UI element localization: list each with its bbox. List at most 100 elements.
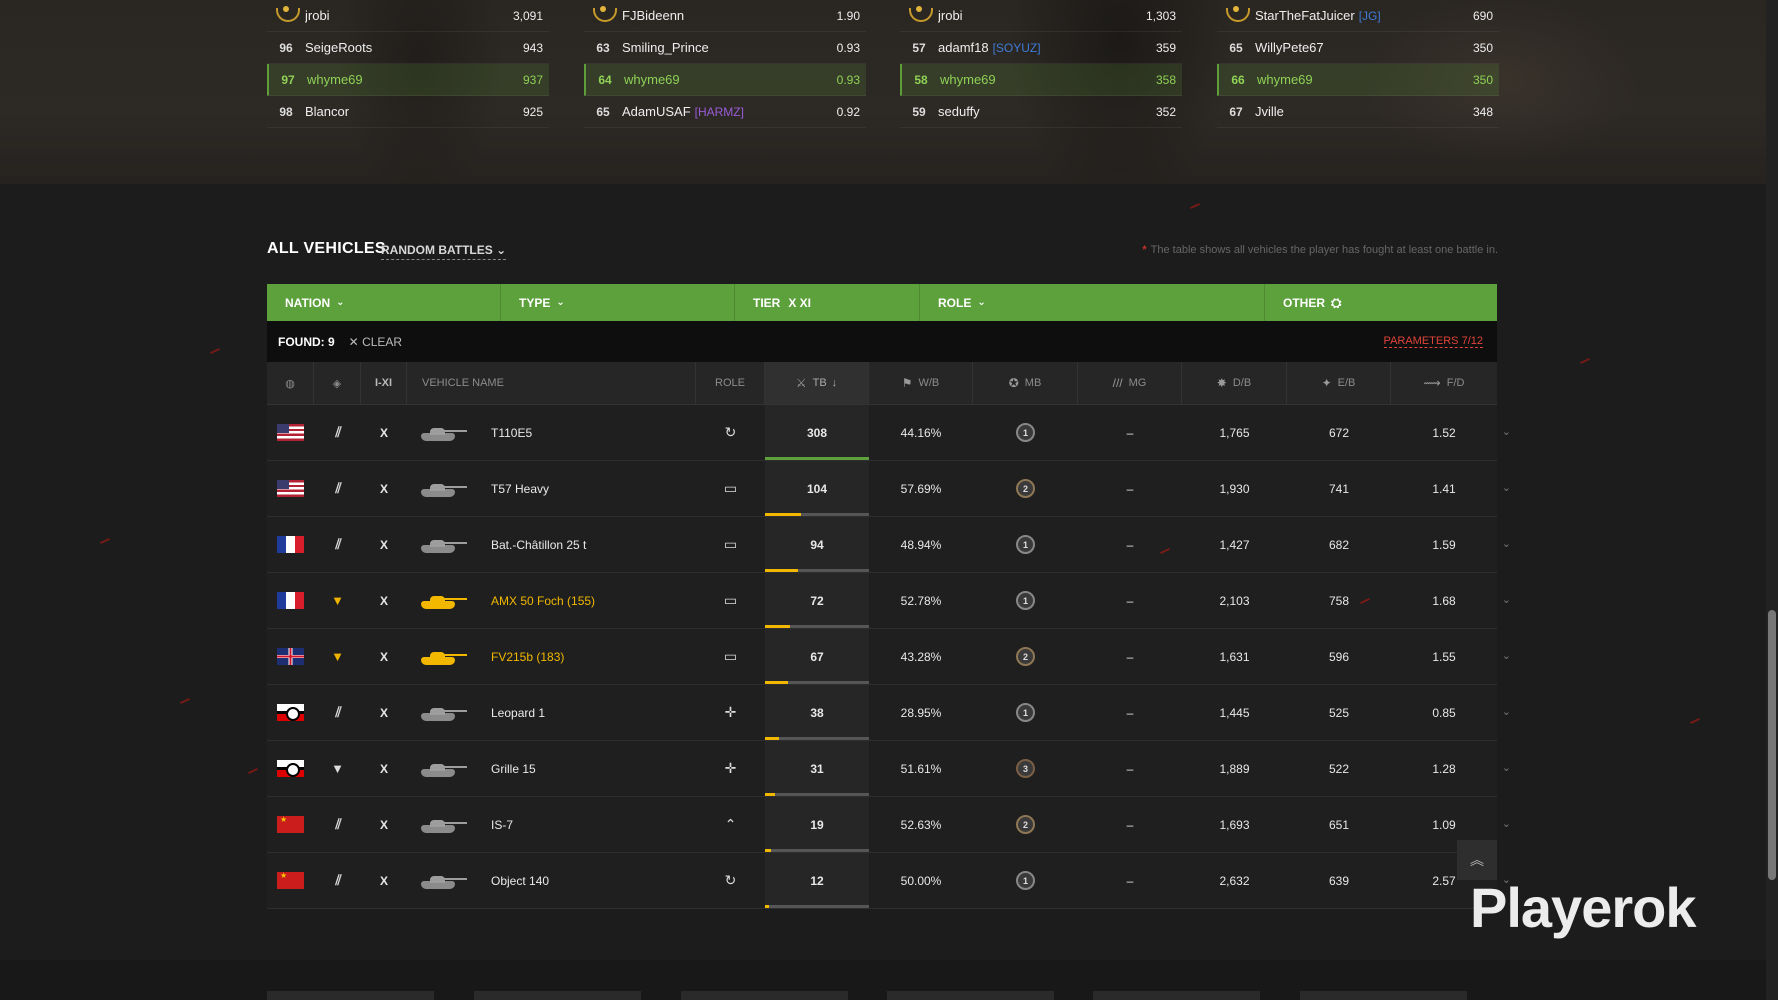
- vehicle-row[interactable]: ⫽ X T110E5 ↻ 308 44.16% 1 – 1,765 672 1.52 ⌄: [267, 405, 1511, 461]
- player-name-cell[interactable]: whyme69: [1257, 72, 1429, 87]
- vehicle-row[interactable]: ⫽XObject 140↻1250.00%1–2,6326392.57⌄: [267, 853, 1511, 909]
- leaderboard-row[interactable]: jrobi 1,303: [900, 0, 1182, 32]
- chevron-down-icon[interactable]: ⌄: [1502, 705, 1511, 718]
- nation-column-header[interactable]: ◍: [267, 362, 314, 404]
- bottom-tab[interactable]: [1093, 991, 1260, 1000]
- player-name-cell[interactable]: AdamUSAF [HARMZ]: [622, 104, 796, 119]
- vehicle-name-cell: T57 Heavy: [407, 461, 696, 516]
- tier-column-header[interactable]: I-XI: [361, 362, 407, 404]
- clan-tag[interactable]: [HARMZ]: [695, 105, 744, 119]
- vehicle-row[interactable]: ⫽XIS-7⌃1952.63%2–1,6936511.09⌄: [267, 797, 1511, 853]
- scrollbar-thumb[interactable]: [1768, 610, 1776, 880]
- vehicle-row[interactable]: ▼ X FV215b (183) ▭ 67 43.28% 2 – 1,631 596 1.55 ⌄: [267, 629, 1511, 685]
- chevron-down-icon[interactable]: ⌄: [1502, 481, 1511, 494]
- player-name-cell[interactable]: StarTheFatJuicer [JG]: [1255, 8, 1429, 23]
- battles-cell: 38: [765, 685, 869, 740]
- battle-mode-dropdown[interactable]: RANDOM BATTLES ⌄: [381, 243, 507, 260]
- player-name[interactable]: whyme69: [940, 72, 996, 87]
- marks-column-header[interactable]: /// MG: [1078, 362, 1182, 404]
- player-name-cell[interactable]: Jville: [1255, 104, 1429, 119]
- leaderboard-row-current-player[interactable]: 97 whyme69 937: [267, 64, 549, 96]
- chevron-down-icon[interactable]: ⌄: [1502, 817, 1511, 830]
- leaderboard-row[interactable]: FJBideenn 1.90: [584, 0, 866, 32]
- leaderboard-row[interactable]: 65 AdamUSAF [HARMZ] 0.92: [584, 96, 866, 128]
- leaderboard-row[interactable]: 63 Smiling_Prince 0.93: [584, 32, 866, 64]
- bottom-tab[interactable]: [1300, 991, 1467, 1000]
- player-name-cell[interactable]: SeigeRoots: [305, 40, 479, 55]
- leaderboard-row[interactable]: 59 seduffy 352: [900, 96, 1182, 128]
- winrate-column-header[interactable]: ⚑ W/B: [869, 362, 973, 404]
- player-name[interactable]: Blancor: [305, 104, 349, 119]
- bottom-tab[interactable]: [474, 991, 641, 1000]
- leaderboard-row[interactable]: jrobi 3,091: [267, 0, 549, 32]
- player-name-cell[interactable]: Smiling_Prince: [622, 40, 796, 55]
- player-name[interactable]: FJBideenn: [622, 8, 684, 23]
- vehicle-row[interactable]: ⫽ X Bat.-Châtillon 25 t ▭ 94 48.94% 1 – 1,427 682…: [267, 517, 1511, 573]
- parameters-button[interactable]: PARAMETERS 7/12: [1383, 335, 1483, 348]
- player-name-cell[interactable]: jrobi: [938, 8, 1112, 23]
- player-name-cell[interactable]: whyme69: [940, 72, 1112, 87]
- experience-column-header[interactable]: ✦ E/B: [1287, 362, 1391, 404]
- vehicle-row[interactable]: ▼ X Grille 15 ✛ 31 51.61% 3 – 1,889 522 1.28 ⌄: [267, 741, 1511, 797]
- player-name[interactable]: whyme69: [624, 72, 680, 87]
- player-name[interactable]: adamf18: [938, 40, 989, 55]
- role-cell: ▭: [696, 629, 765, 684]
- chevron-down-icon[interactable]: ⌄: [1502, 593, 1511, 606]
- player-name[interactable]: jrobi: [938, 8, 963, 23]
- player-name-cell[interactable]: FJBideenn: [622, 8, 796, 23]
- role-filter[interactable]: ROLE ⌄: [920, 284, 1265, 321]
- player-name[interactable]: AdamUSAF: [622, 104, 691, 119]
- mastery-column-header[interactable]: ✪ MB: [973, 362, 1078, 404]
- player-name[interactable]: StarTheFatJuicer: [1255, 8, 1355, 23]
- leaderboard-row-current-player[interactable]: 66 whyme69 350: [1217, 64, 1499, 96]
- player-name-cell[interactable]: seduffy: [938, 104, 1112, 119]
- leaderboard-row[interactable]: 98 Blancor 925: [267, 96, 549, 128]
- bottom-tab[interactable]: [887, 991, 1054, 1000]
- player-name[interactable]: whyme69: [1257, 72, 1313, 87]
- player-name[interactable]: jrobi: [305, 8, 330, 23]
- bottom-tab[interactable]: [267, 991, 434, 1000]
- role-column-header[interactable]: ROLE: [696, 362, 765, 404]
- player-name-cell[interactable]: adamf18 [SOYUZ]: [938, 40, 1112, 55]
- chevron-down-icon[interactable]: ⌄: [1502, 649, 1511, 662]
- chevron-down-icon[interactable]: ⌄: [1502, 761, 1511, 774]
- scroll-to-top-button[interactable]: ︽: [1457, 840, 1497, 880]
- leaderboard-row[interactable]: 65 WillyPete67 350: [1217, 32, 1499, 64]
- tier-filter[interactable]: TIER X XI: [735, 284, 920, 321]
- player-name[interactable]: Jville: [1255, 104, 1284, 119]
- leaderboard-row-current-player[interactable]: 58 whyme69 358: [900, 64, 1182, 96]
- battles-column-header[interactable]: ⚔ TB ↓: [765, 362, 869, 404]
- page-scrollbar[interactable]: [1766, 0, 1778, 1000]
- clear-filters-button[interactable]: ✕ CLEAR: [349, 335, 402, 349]
- type-filter[interactable]: TYPE ⌄: [501, 284, 735, 321]
- player-name-cell[interactable]: jrobi: [305, 8, 479, 23]
- vehicle-row[interactable]: ⫽ X Leopard 1 ✛ 38 28.95% 1 – 1,445 525 0.85 ⌄: [267, 685, 1511, 741]
- clan-tag[interactable]: [SOYUZ]: [993, 41, 1041, 55]
- chevron-down-icon[interactable]: ⌄: [1502, 425, 1511, 438]
- other-filter[interactable]: OTHER ⛭: [1265, 284, 1497, 321]
- chevron-down-icon[interactable]: ⌄: [1502, 537, 1511, 550]
- player-name[interactable]: seduffy: [938, 104, 980, 119]
- leaderboard-row-current-player[interactable]: 64 whyme69 0.93: [584, 64, 866, 96]
- bottom-tab[interactable]: [681, 991, 848, 1000]
- player-name-cell[interactable]: WillyPete67: [1255, 40, 1429, 55]
- leaderboard-row[interactable]: 67 Jville 348: [1217, 96, 1499, 128]
- vehicle-row[interactable]: ⫽ X T57 Heavy ▭ 104 57.69% 2 – 1,930 741 1.41 ⌄: [267, 461, 1511, 517]
- leaderboard-row[interactable]: StarTheFatJuicer [JG] 690: [1217, 0, 1499, 32]
- vehicle-row[interactable]: ▼ X AMX 50 Foch (155) ▭ 72 52.78% 1 – 2,103 758 1.…: [267, 573, 1511, 629]
- clan-tag[interactable]: [JG]: [1359, 9, 1381, 23]
- damage-column-header[interactable]: ✸ D/B: [1182, 362, 1287, 404]
- player-name-cell[interactable]: Blancor: [305, 104, 479, 119]
- player-name[interactable]: whyme69: [307, 72, 363, 87]
- leaderboard-row[interactable]: 96 SeigeRoots 943: [267, 32, 549, 64]
- player-name-cell[interactable]: whyme69: [307, 72, 479, 87]
- player-name[interactable]: SeigeRoots: [305, 40, 372, 55]
- player-name[interactable]: Smiling_Prince: [622, 40, 709, 55]
- vehicle-name-column-header[interactable]: VEHICLE NAME: [407, 362, 696, 404]
- leaderboard-row[interactable]: 57 adamf18 [SOYUZ] 359: [900, 32, 1182, 64]
- type-column-header[interactable]: ◈: [314, 362, 361, 404]
- player-name-cell[interactable]: whyme69: [624, 72, 796, 87]
- nation-filter[interactable]: NATION ⌄: [267, 284, 501, 321]
- frags-ratio-column-header[interactable]: ⟿ F/D: [1391, 362, 1497, 404]
- player-name[interactable]: WillyPete67: [1255, 40, 1324, 55]
